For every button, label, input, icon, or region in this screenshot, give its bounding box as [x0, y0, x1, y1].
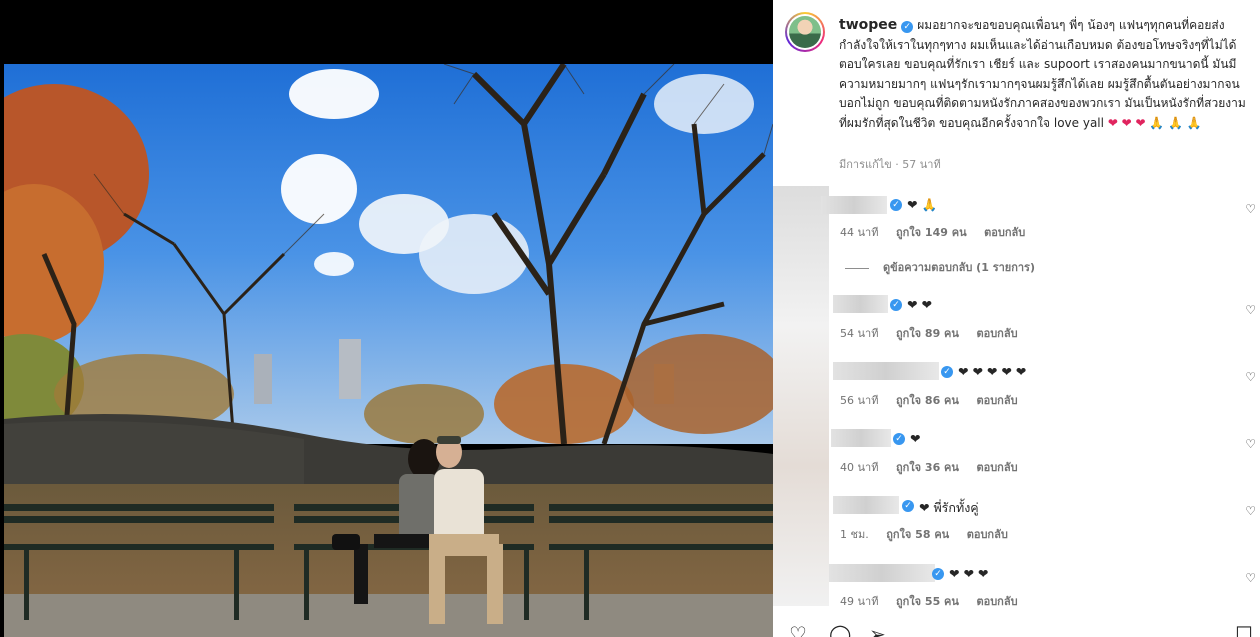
reply-button[interactable]: ตอบกลับ [976, 327, 1017, 340]
reply-button[interactable]: ตอบกลับ [967, 528, 1008, 541]
verified-badge-icon: ✓ [893, 433, 905, 445]
heart-outline-icon[interactable]: ♡ [1245, 437, 1256, 451]
caption-text-block: twopee ✓ ผมอยากจะขอขอบคุณเพื่อนๆ พี่ๆ น้อง… [839, 16, 1249, 134]
caption-edited-time: มีการแก้ไข · 57 นาที [839, 158, 941, 171]
avatar[interactable] [785, 12, 825, 52]
comment-time: 44 นาที [840, 226, 879, 239]
comment-item: ✓ ❤ ❤ 54 นาที ถูกใจ 89 คน ตอบกลับ ♡ [773, 287, 1260, 347]
comment-actions: 44 นาที ถูกใจ 149 คน ตอบกลับ [840, 223, 1039, 241]
comment-likes-link[interactable]: ถูกใจ 86 คน [896, 394, 959, 407]
commenter-name-blurred[interactable] [821, 196, 887, 214]
comment-actions: 54 นาที ถูกใจ 89 คน ตอบกลับ [840, 324, 1032, 342]
post-photo [4, 64, 773, 637]
heart-outline-icon[interactable]: ♡ [1245, 504, 1256, 518]
heart-outline-icon[interactable]: ♡ [1245, 370, 1256, 384]
comment-text: ❤ พี่รักทั้งคู่ [919, 500, 979, 515]
comment-text: ❤ ❤ ❤ [949, 566, 989, 581]
comment-text: ❤ [910, 431, 921, 446]
save-bookmark-icon[interactable]: ☐ [1235, 622, 1253, 637]
heart-outline-icon[interactable]: ♡ [1245, 202, 1256, 216]
heart-outline-icon[interactable]: ♡ [1245, 571, 1256, 585]
comment-likes-link[interactable]: ถูกใจ 58 คน [886, 528, 949, 541]
view-replies-button[interactable]: ดูข้อความตอบกลับ (1 รายการ) [845, 258, 1035, 276]
comment-time: 56 นาที [840, 394, 879, 407]
comment-likes-link[interactable]: ถูกใจ 36 คน [896, 461, 959, 474]
reply-button[interactable]: ตอบกลับ [976, 595, 1017, 608]
commenter-name-blurred[interactable] [833, 295, 888, 313]
reply-button[interactable]: ตอบกลับ [976, 461, 1017, 474]
verified-badge-icon: ✓ [902, 500, 914, 512]
comment-likes-link[interactable]: ถูกใจ 89 คน [896, 327, 959, 340]
comment-item: ✓ ❤ ❤ ❤ 49 นาที ถูกใจ 55 คน ตอบกลับ ♡ [773, 555, 1260, 615]
comment-time: 49 นาที [840, 595, 879, 608]
commenter-name-blurred[interactable] [833, 496, 899, 514]
post-side-panel: twopee ✓ ผมอยากจะขอขอบคุณเพื่อนๆ พี่ๆ น้อง… [773, 0, 1260, 637]
comment-likes-link[interactable]: ถูกใจ 55 คน [896, 595, 959, 608]
comment-likes-link[interactable]: ถูกใจ 149 คน [896, 226, 967, 239]
commenter-name-blurred[interactable] [829, 564, 935, 582]
comment-text: ❤ ❤ [907, 297, 932, 312]
comment-item: ✓ ❤ 🙏 44 นาที ถูกใจ 149 คน ตอบกลับ ♡ [773, 186, 1260, 246]
post-action-bar: ♡ ◯ ➢ ☐ [789, 622, 1259, 637]
verified-badge-icon: ✓ [890, 299, 902, 311]
post-media[interactable] [0, 0, 773, 637]
reply-button[interactable]: ตอบกลับ [984, 226, 1025, 239]
comment-time: 1 ชม. [840, 528, 869, 541]
heart-outline-icon[interactable]: ♡ [1245, 303, 1256, 317]
reply-button[interactable]: ตอบกลับ [976, 394, 1017, 407]
caption-body: ผมอยากจะขอขอบคุณเพื่อนๆ พี่ๆ น้องๆ แฟนๆท… [839, 18, 1246, 130]
username-link[interactable]: twopee [839, 17, 897, 33]
verified-badge-icon: ✓ [932, 568, 944, 580]
comment-text: ❤ ❤ ❤ ❤ ❤ [958, 364, 1027, 379]
comment-item: ✓ ❤ พี่รักทั้งคู่ 1 ชม. ถูกใจ 58 คน ตอบก… [773, 488, 1260, 548]
comment-item: ✓ ❤ ❤ ❤ ❤ ❤ 56 นาที ถูกใจ 86 คน ตอบกลับ … [773, 354, 1260, 414]
commenter-name-blurred[interactable] [831, 429, 891, 447]
comment-actions: 49 นาที ถูกใจ 55 คน ตอบกลับ [840, 592, 1032, 610]
commenter-name-blurred[interactable] [833, 362, 939, 380]
verified-badge-icon: ✓ [941, 366, 953, 378]
caption-emoji: ❤ ❤ ❤ 🙏 🙏 🙏 [1107, 115, 1202, 130]
comment-time: 54 นาที [840, 327, 879, 340]
comment-actions: 56 นาที ถูกใจ 86 คน ตอบกลับ [840, 391, 1032, 409]
comment-bubble-icon[interactable]: ◯ [829, 622, 851, 637]
comment-item: ✓ ❤ 40 นาที ถูกใจ 36 คน ตอบกลับ ♡ [773, 421, 1260, 481]
avatar-image [789, 16, 821, 48]
verified-badge-icon: ✓ [901, 21, 914, 33]
like-heart-icon[interactable]: ♡ [789, 622, 807, 637]
comment-actions: 1 ชม. ถูกใจ 58 คน ตอบกลับ [840, 525, 1022, 543]
comment-actions: 40 นาที ถูกใจ 36 คน ตอบกลับ [840, 458, 1032, 476]
verified-badge-icon: ✓ [890, 199, 902, 211]
comment-text: ❤ 🙏 [907, 197, 938, 212]
share-send-icon[interactable]: ➢ [869, 622, 886, 637]
comment-time: 40 นาที [840, 461, 879, 474]
